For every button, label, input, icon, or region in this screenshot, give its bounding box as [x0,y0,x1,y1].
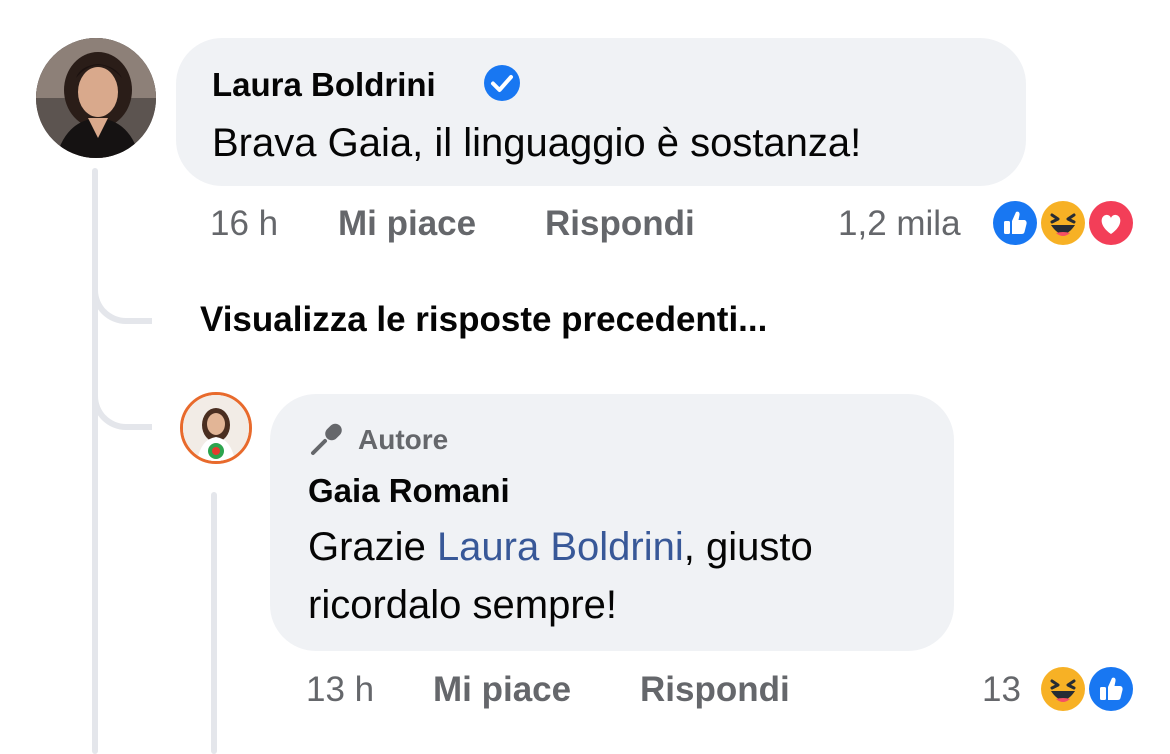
reply-timestamp[interactable]: 13 h [306,670,374,710]
reply-like-button[interactable]: Mi piace [433,670,571,710]
thread-line-main [92,168,98,754]
love-icon[interactable] [1085,197,1137,249]
profile-photo [183,395,249,461]
microphone-icon [308,420,346,458]
reply-reply-button[interactable]: Rispondi [640,670,790,710]
thread-connector-view-previous [92,270,152,324]
like-icon[interactable] [989,197,1041,249]
profile-photo [36,38,156,158]
reply-text-before: Grazie [308,525,437,569]
comment-author-name[interactable]: Laura Boldrini [212,66,436,104]
reaction-count[interactable]: 1,2 mila [838,204,961,244]
haha-icon[interactable] [1037,663,1089,715]
like-button[interactable]: Mi piace [338,204,476,244]
verified-badge-icon [483,64,521,102]
mention-link[interactable]: Laura Boldrini [437,525,684,569]
haha-icon[interactable] [1037,197,1089,249]
reply-bubble: Autore Gaia Romani Grazie Laura Boldrini… [270,394,954,651]
reply-reaction-count[interactable]: 13 [982,670,1021,710]
like-icon[interactable] [1085,663,1137,715]
reply-button[interactable]: Rispondi [545,204,695,244]
reply-author-name[interactable]: Gaia Romani [308,472,510,510]
avatar-gaia-romani[interactable] [180,392,252,464]
comment-timestamp[interactable]: 16 h [210,204,278,244]
thread-line-reply [211,492,217,754]
reply-text: Grazie Laura Boldrini, giusto ricordalo … [308,518,928,634]
author-badge-label: Autore [358,424,449,455]
comment-text: Brava Gaia, il linguaggio è sostanza! [212,121,862,165]
avatar-laura-boldrini[interactable] [36,38,156,158]
view-previous-replies-link[interactable]: Visualizza le risposte precedenti... [200,300,767,340]
comment-bubble: Laura Boldrini Brava Gaia, il linguaggio… [176,38,1026,186]
comment-thread: Laura Boldrini Brava Gaia, il linguaggio… [0,0,1170,754]
thread-connector-reply [92,376,152,430]
